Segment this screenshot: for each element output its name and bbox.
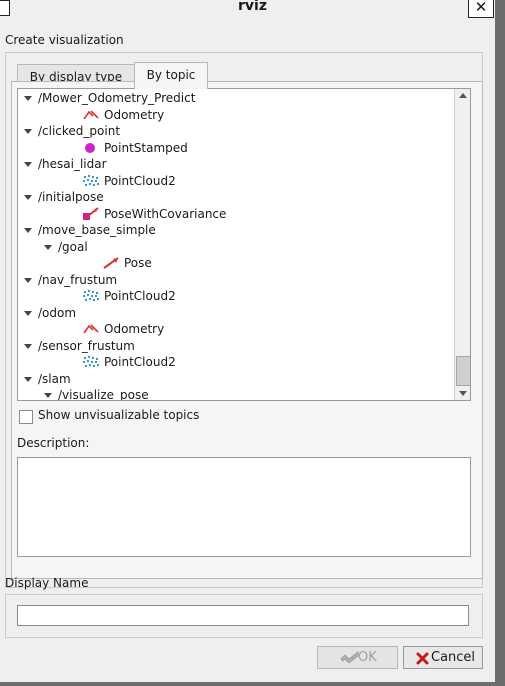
tree-topic-item[interactable]: /hesai_lidar (38, 156, 107, 172)
tab-by-topic[interactable]: By topic (134, 62, 208, 89)
topic-tree[interactable]: /Mower_Odometry_Predict Odometry/clicked_… (17, 88, 471, 401)
tree-topic-item[interactable]: /clicked_point (38, 123, 120, 139)
scroll-down-icon[interactable] (459, 391, 467, 396)
tree-topic-item[interactable]: /odom (38, 305, 76, 321)
chevron-down-icon[interactable] (24, 344, 32, 349)
window-title: rviz (238, 0, 267, 14)
description-box (17, 457, 471, 557)
cancel-icon (416, 651, 429, 672)
tree-topic-item[interactable]: /visualize_pose (58, 387, 149, 400)
chevron-down-icon[interactable] (24, 162, 32, 167)
description-label: Description: (17, 436, 90, 450)
window-edge (495, 0, 505, 686)
tree-topic-item[interactable]: /nav_frustum (38, 272, 117, 288)
cancel-label: Cancel (431, 650, 476, 665)
point-stamped-icon (82, 141, 98, 155)
cancel-button[interactable]: Cancel (403, 646, 483, 669)
show-unvisualizable-checkbox[interactable] (19, 410, 33, 424)
tree-topic-item[interactable]: /slam (38, 371, 71, 387)
tree-topic-item[interactable]: /goal (58, 239, 88, 255)
tab-label: By topic (146, 68, 196, 82)
show-unvisualizable-label: Show unvisualizable topics (38, 408, 200, 422)
display-name-input[interactable] (17, 605, 469, 626)
pointcloud2-icon (82, 355, 100, 369)
tree-topic-item[interactable]: /Mower_Odometry_Predict (38, 90, 195, 106)
scroll-up-icon[interactable] (459, 93, 467, 98)
tree-display-item[interactable]: PointCloud2 (104, 354, 176, 370)
chevron-down-icon[interactable] (24, 195, 32, 200)
odometry-icon (82, 322, 99, 336)
dialog: Create visualization By display type By … (0, 20, 495, 682)
tree-topic-item[interactable]: /move_base_simple (38, 222, 156, 238)
ok-button[interactable]: OK (317, 646, 398, 669)
chevron-down-icon[interactable] (24, 311, 32, 316)
tree-scrollbar[interactable] (454, 89, 470, 400)
chevron-down-icon[interactable] (44, 393, 52, 398)
tree-display-item[interactable]: PointStamped (104, 140, 188, 156)
chevron-down-icon[interactable] (24, 228, 32, 233)
group-title: Create visualization (5, 33, 124, 47)
tree-display-item[interactable]: PointCloud2 (104, 173, 176, 189)
tree-display-item[interactable]: PointCloud2 (104, 288, 176, 304)
chevron-down-icon[interactable] (24, 96, 32, 101)
tree-display-item[interactable]: Odometry (104, 321, 164, 337)
ok-icon (340, 651, 360, 672)
tree-display-item[interactable]: PoseWithCovariance (104, 206, 226, 222)
ok-label: OK (358, 650, 377, 665)
display-name-label: Display Name (5, 576, 89, 590)
pose-icon (102, 256, 119, 270)
title-bar: rviz ✕ (0, 0, 505, 18)
scroll-thumb[interactable] (456, 356, 470, 386)
tree-topic-item[interactable]: /initialpose (38, 189, 104, 205)
chevron-down-icon[interactable] (24, 278, 32, 283)
chevron-down-icon[interactable] (44, 245, 52, 250)
close-button[interactable]: ✕ (468, 0, 494, 18)
pointcloud2-icon (82, 174, 100, 188)
chevron-down-icon[interactable] (24, 129, 32, 134)
close-icon: ✕ (474, 0, 488, 16)
tree-topic-item[interactable]: /sensor_frustum (38, 338, 135, 354)
pointcloud2-icon (82, 289, 100, 303)
pose-with-covariance-icon (82, 207, 99, 221)
tree-display-item[interactable]: Odometry (104, 107, 164, 123)
chevron-down-icon[interactable] (24, 377, 32, 382)
tree-display-item[interactable]: Pose (124, 255, 152, 271)
odometry-icon (82, 108, 99, 122)
window-edge-bottom (0, 682, 505, 686)
